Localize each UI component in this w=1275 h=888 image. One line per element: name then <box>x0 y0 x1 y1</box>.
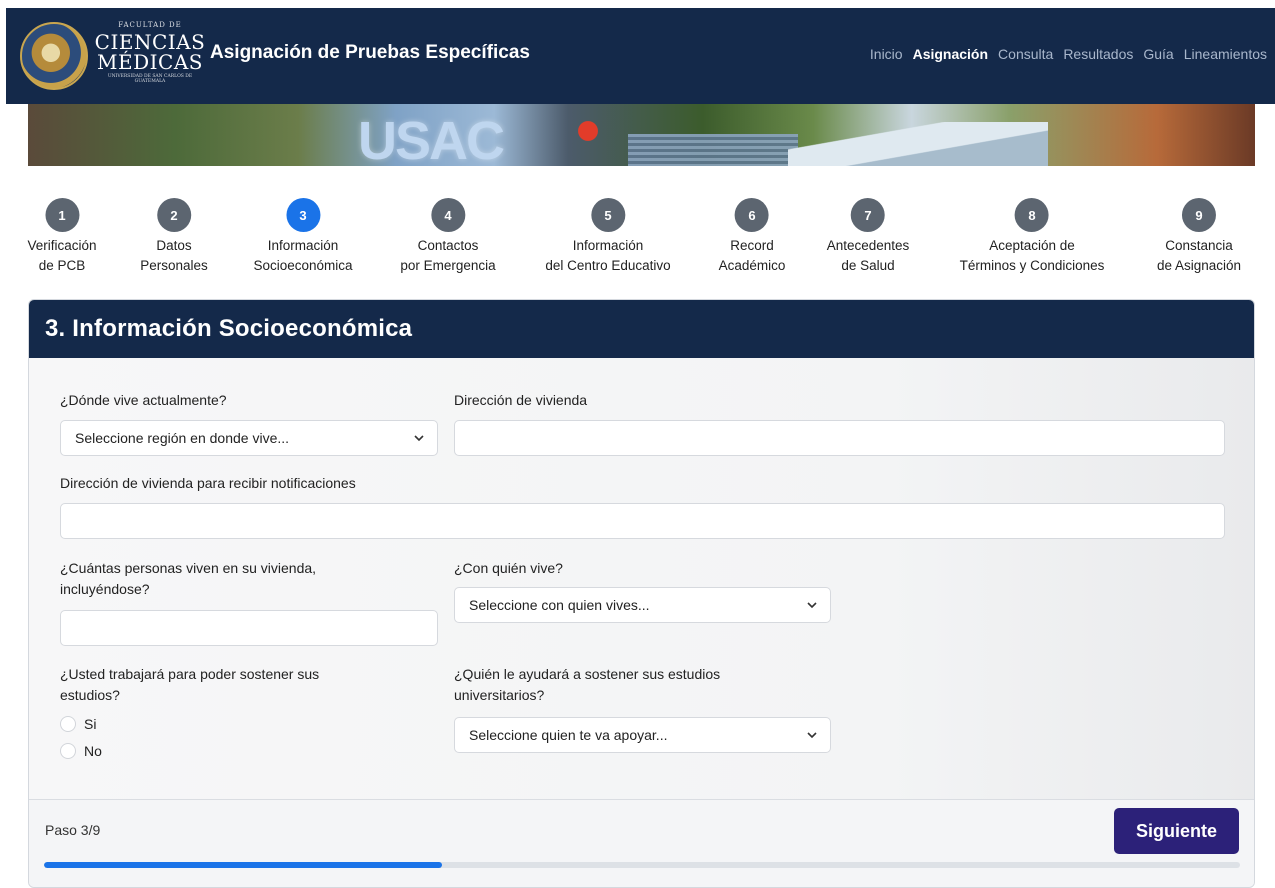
step-label-line1: Record <box>730 238 774 253</box>
form-body: ¿Dónde vive actualmente? Seleccione regi… <box>29 358 1254 799</box>
ayuda-label-line2: universitarios? <box>454 687 545 703</box>
step-label-line2: Socioeconómica <box>253 258 353 273</box>
ayuda-select[interactable]: Seleccione quien te va apoyar... <box>454 717 831 753</box>
radio-no[interactable]: No <box>60 743 102 759</box>
donde-vive-select[interactable]: Seleccione región en donde vive... <box>60 420 438 456</box>
step-number: 7 <box>851 198 885 232</box>
step-label-line1: Datos <box>156 238 192 253</box>
step-number: 6 <box>734 198 769 232</box>
step-label-line1: Contactos <box>417 238 479 253</box>
banner-stairs <box>628 134 798 166</box>
donde-vive-label: ¿Dónde vive actualmente? <box>60 392 227 408</box>
progress-fill <box>44 862 443 868</box>
step-label-line2: de Salud <box>841 258 895 273</box>
nav-consulta[interactable]: Consulta <box>998 46 1053 62</box>
step-number: 2 <box>156 198 191 232</box>
step-6[interactable]: 6 Record Académico <box>718 198 786 276</box>
progress-bar <box>44 862 1240 868</box>
nav-asignacion[interactable]: Asignación <box>913 46 988 62</box>
form-title: 3. Información Socioeconómica <box>45 315 413 342</box>
ayuda-label: ¿Quién le ayudará a sostener sus estudio… <box>454 664 720 706</box>
campus-banner-image: USAC <box>28 104 1255 166</box>
nav-guia[interactable]: Guía <box>1143 46 1173 62</box>
radio-no-label: No <box>84 743 102 759</box>
faculty-wordmark: FACULTAD DE CIENCIAS MÉDICAS UNIVERSIDAD… <box>94 22 206 90</box>
step-label-line2: por Emergencia <box>400 258 496 273</box>
personas-label-line1: ¿Cuántas personas viven en su vivienda, <box>60 560 317 576</box>
direccion-input[interactable] <box>454 420 1225 456</box>
chevron-down-icon <box>807 602 817 609</box>
donde-vive-selected: Seleccione región en donde vive... <box>75 430 290 446</box>
ayuda-label-line1: ¿Quién le ayudará a sostener sus estudio… <box>454 666 721 682</box>
faculty-seal-logo[interactable] <box>20 22 88 90</box>
university-name: UNIVERSIDAD DE SAN CARLOS DE GUATEMALA <box>107 74 193 84</box>
radio-si[interactable]: Si <box>60 716 96 732</box>
page-frame: FACULTAD DE CIENCIAS MÉDICAS UNIVERSIDAD… <box>6 8 1275 888</box>
socioeconomic-form-card: 3. Información Socioeconómica ¿Dónde viv… <box>28 299 1255 888</box>
step-1[interactable]: 1 Verificación de PCB <box>27 198 97 276</box>
direccion-label: Dirección de vivienda <box>454 392 588 408</box>
step-label-line1: Constancia <box>1165 238 1233 253</box>
faculty-prefix: FACULTAD DE <box>118 21 182 29</box>
notificaciones-label: Dirección de vivienda para recibir notif… <box>60 475 356 491</box>
banner-usac-text: USAC <box>358 111 505 166</box>
personas-label-line2: incluyéndose? <box>60 581 150 597</box>
main-nav: Inicio Asignación Consulta Resultados Gu… <box>870 46 1267 62</box>
trabajara-label: ¿Usted trabajará para poder sostener sus… <box>60 664 319 706</box>
step-7[interactable]: 7 Antecedentes de Salud <box>826 198 910 276</box>
step-number: 4 <box>431 198 465 232</box>
step-8[interactable]: 8 Aceptación de Términos y Condiciones <box>959 198 1105 276</box>
step-label-line1: Verificación <box>27 238 97 253</box>
banner-ramp <box>788 122 1048 166</box>
step-3[interactable]: 3 Información Socioeconómica <box>253 198 353 276</box>
faculty-name-line1: CIENCIAS <box>94 30 206 54</box>
step-label-line2: de PCB <box>38 258 86 273</box>
step-5[interactable]: 5 Información del Centro Educativo <box>545 198 671 276</box>
step-number: 5 <box>590 198 625 232</box>
con-quien-label: ¿Con quién vive? <box>454 560 563 576</box>
personas-input[interactable] <box>60 610 438 646</box>
nav-inicio[interactable]: Inicio <box>870 46 903 62</box>
chevron-down-icon <box>807 732 817 739</box>
step-number: 1 <box>44 198 79 232</box>
step-counter: Paso 3/9 <box>45 822 101 838</box>
card-footer: Paso 3/9 Siguiente <box>29 799 1254 887</box>
step-label-line1: Aceptación de <box>989 238 1075 253</box>
banner-flower <box>568 106 608 156</box>
trabajara-label-line2: estudios? <box>60 687 120 703</box>
wizard-stepper: 1 Verificación de PCB 2 Datos Personales 3… <box>6 198 1275 288</box>
step-label-line1: Información <box>267 238 339 253</box>
trabajara-label-line1: ¿Usted trabajará para poder sostener sus <box>60 666 320 682</box>
con-quien-select[interactable]: Seleccione con quien vives... <box>454 587 831 623</box>
step-9[interactable]: 9 Constancia de Asignación <box>1157 198 1241 276</box>
top-navbar: FACULTAD DE CIENCIAS MÉDICAS UNIVERSIDAD… <box>6 8 1275 104</box>
step-number: 8 <box>1015 198 1049 232</box>
step-label-line1: Información <box>572 238 644 253</box>
step-label-line2: del Centro Educativo <box>545 258 671 273</box>
step-2[interactable]: 2 Datos Personales <box>140 198 208 276</box>
radio-si-label: Si <box>84 716 97 732</box>
step-label-line2: Términos y Condiciones <box>959 258 1105 273</box>
step-label-line2: Personales <box>140 258 208 273</box>
nav-lineamientos[interactable]: Lineamientos <box>1184 46 1267 62</box>
step-label-line1: Antecedentes <box>826 238 910 253</box>
notificaciones-input[interactable] <box>60 503 1225 539</box>
step-number: 3 <box>286 198 320 232</box>
step-label-line2: Académico <box>718 258 786 273</box>
radio-circle[interactable] <box>60 716 76 732</box>
ayuda-selected: Seleccione quien te va apoyar... <box>469 727 668 743</box>
step-number: 9 <box>1181 198 1216 232</box>
next-button[interactable]: Siguiente <box>1114 808 1239 854</box>
card-header: 3. Información Socioeconómica <box>29 300 1254 358</box>
app-title: Asignación de Pruebas Específicas <box>210 42 530 63</box>
step-4[interactable]: 4 Contactos por Emergencia <box>400 198 496 276</box>
personas-label: ¿Cuántas personas viven en su vivienda, … <box>60 558 316 600</box>
chevron-down-icon <box>414 435 424 442</box>
nav-resultados[interactable]: Resultados <box>1063 46 1133 62</box>
step-label-line2: de Asignación <box>1156 258 1242 273</box>
con-quien-selected: Seleccione con quien vives... <box>469 597 650 613</box>
radio-circle[interactable] <box>60 743 76 759</box>
faculty-name-line2: MÉDICAS <box>97 50 203 74</box>
